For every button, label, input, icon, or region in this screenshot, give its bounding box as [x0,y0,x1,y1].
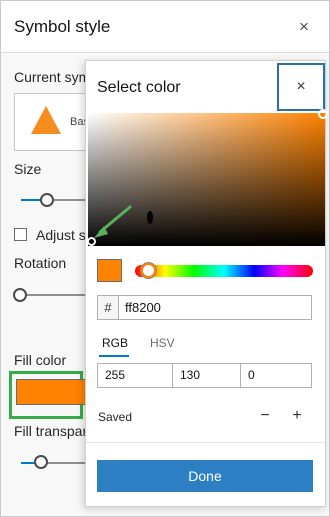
blue-field[interactable]: 0 [240,363,312,388]
remove-saved-color-icon[interactable]: − [255,406,275,426]
close-icon[interactable]: × [289,75,313,99]
current-color-swatch [97,259,122,282]
current-symbol-label: Current sym [14,69,91,85]
add-saved-color-icon[interactable]: + [287,406,307,426]
green-field[interactable]: 130 [172,363,248,388]
rotation-slider-thumb[interactable] [13,288,27,302]
transparency-slider-thumb[interactable] [34,455,48,469]
hex-prefix: # [97,295,119,320]
popover-title: Select color [97,79,181,96]
tab-rgb[interactable]: RGB [102,336,128,350]
triangle-symbol-icon [31,106,61,134]
saturation-value-picker[interactable] [88,113,325,246]
rotation-slider-track[interactable] [21,294,91,296]
mouse-cursor [147,211,153,224]
size-slider-fill [21,199,41,201]
rotation-label: Rotation [14,255,67,271]
saved-label: Saved [98,410,133,424]
panel-close-icon[interactable]: × [292,15,316,39]
fill-color-swatch[interactable] [16,379,86,405]
red-field[interactable]: 255 [97,363,173,388]
divider [86,442,325,443]
hue-slider-thumb[interactable] [141,263,156,278]
fill-color-label: Fill color [14,352,67,368]
tab-hsv[interactable]: HSV [150,336,175,350]
hex-input[interactable]: ff8200 [118,295,312,320]
adjust-label: Adjust s [36,227,86,243]
hue-slider[interactable] [135,265,313,277]
panel-header: Symbol style × [1,1,329,53]
color-field-origin-thumb[interactable] [87,237,96,246]
fill-transparency-label: Fill transpar [14,423,88,439]
done-button[interactable]: Done [97,460,313,492]
active-tab-indicator [99,355,129,357]
panel-title: Symbol style [14,17,111,36]
size-slider-thumb[interactable] [40,193,54,207]
select-color-popover: Select color × # ff8200 RGB HSV 255 130 … [85,60,328,507]
color-field-thumb[interactable] [318,109,328,119]
adjust-checkbox[interactable] [14,228,27,241]
size-label: Size [14,161,42,177]
